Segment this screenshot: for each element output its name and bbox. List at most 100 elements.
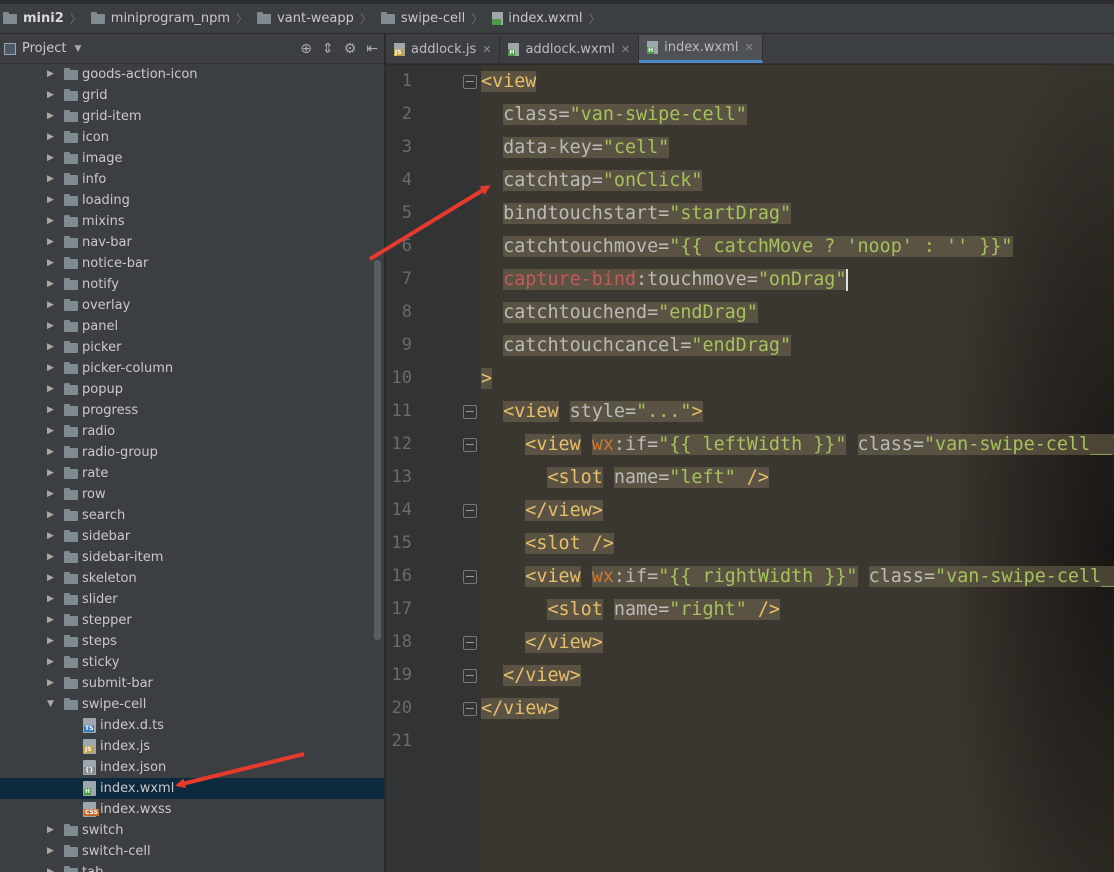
collapsed-arrow-icon[interactable]: ▶ [47, 841, 54, 862]
tree-file-item[interactable]: CSS index.wxss [0, 799, 384, 820]
tree-folder-item[interactable]: ▶ grid [0, 85, 384, 106]
tree-folder-item[interactable]: ▶ tab [0, 862, 384, 872]
tree-folder-item[interactable]: ▶ sidebar [0, 526, 384, 547]
project-view-selector[interactable]: Project ▼ [4, 41, 81, 56]
collapsed-arrow-icon[interactable]: ▶ [47, 820, 54, 841]
collapsed-arrow-icon[interactable]: ▶ [47, 274, 54, 295]
scrollbar-thumb[interactable] [374, 260, 381, 640]
tree-folder-item[interactable]: ▶ panel [0, 316, 384, 337]
collapsed-arrow-icon[interactable]: ▶ [47, 379, 54, 400]
tree-folder-item[interactable]: ▶ progress [0, 400, 384, 421]
tree-folder-item[interactable]: ▶ submit-bar [0, 673, 384, 694]
collapsed-arrow-icon[interactable]: ▶ [47, 862, 54, 872]
fold-marker-icon[interactable] [463, 669, 477, 683]
tree-folder-item[interactable]: ▶ steps [0, 631, 384, 652]
tree-folder-item[interactable]: ▶ grid-item [0, 106, 384, 127]
collapsed-arrow-icon[interactable]: ▶ [47, 463, 54, 484]
breadcrumb-item[interactable]: miniprogram_npm 〉 [88, 4, 254, 33]
close-icon[interactable]: ✕ [621, 43, 630, 56]
collapsed-arrow-icon[interactable]: ▶ [47, 106, 54, 127]
collapsed-arrow-icon[interactable]: ▶ [47, 148, 54, 169]
collapsed-arrow-icon[interactable]: ▶ [47, 337, 54, 358]
collapsed-arrow-icon[interactable]: ▶ [47, 316, 54, 337]
breadcrumb-item[interactable]: index.wxml 〉 [489, 4, 606, 33]
hide-panel-icon[interactable]: ⇤ [366, 41, 378, 57]
tree-folder-item[interactable]: ▶ search [0, 505, 384, 526]
collapsed-arrow-icon[interactable]: ▶ [47, 127, 54, 148]
gear-icon[interactable]: ⚙ [344, 41, 357, 57]
collapsed-arrow-icon[interactable]: ▶ [47, 652, 54, 673]
tree-file-item[interactable]: TS index.d.ts [0, 715, 384, 736]
tree-folder-item[interactable]: ▶ radio-group [0, 442, 384, 463]
collapsed-arrow-icon[interactable]: ▶ [47, 589, 54, 610]
tree-folder-item[interactable]: ▶ sticky [0, 652, 384, 673]
fold-marker-icon[interactable] [463, 504, 477, 518]
collapsed-arrow-icon[interactable]: ▶ [47, 526, 54, 547]
collapsed-arrow-icon[interactable]: ▶ [47, 484, 54, 505]
tree-folder-item[interactable]: ▶ stepper [0, 610, 384, 631]
editor-tab[interactable]: Hindex.wxml ✕ [639, 35, 763, 63]
collapse-all-icon[interactable]: ⇕ [322, 41, 334, 57]
collapsed-arrow-icon[interactable]: ▶ [47, 610, 54, 631]
tree-folder-item[interactable]: ▶ radio [0, 421, 384, 442]
tree-folder-item[interactable]: ▶ notice-bar [0, 253, 384, 274]
close-icon[interactable]: ✕ [482, 43, 491, 56]
editor-tab[interactable]: JS addlock.js ✕ [386, 35, 501, 63]
collapsed-arrow-icon[interactable]: ▶ [47, 169, 54, 190]
fold-marker-icon[interactable] [463, 405, 477, 419]
tree-file-item[interactable]: JS index.js [0, 736, 384, 757]
tree-folder-item[interactable]: ▶ picker-column [0, 358, 384, 379]
breadcrumb-item[interactable]: swipe-cell 〉 [378, 4, 489, 33]
fold-marker-icon[interactable] [463, 75, 477, 89]
editor-tab[interactable]: Haddlock.wxml ✕ [500, 35, 640, 63]
fold-marker-icon[interactable] [463, 570, 477, 584]
tree-folder-item[interactable]: ▶ popup [0, 379, 384, 400]
fold-marker-icon[interactable] [463, 702, 477, 716]
tree-folder-item[interactable]: ▶ info [0, 169, 384, 190]
tree-file-item[interactable]: Hindex.wxml [0, 778, 384, 799]
collapsed-arrow-icon[interactable]: ▶ [47, 505, 54, 526]
close-icon[interactable]: ✕ [744, 41, 753, 54]
tree-folder-item[interactable]: ▶ rate [0, 463, 384, 484]
collapsed-arrow-icon[interactable]: ▶ [47, 190, 54, 211]
project-tree-scrollbar[interactable] [374, 64, 381, 669]
tree-folder-item[interactable]: ▶ notify [0, 274, 384, 295]
collapsed-arrow-icon[interactable]: ▶ [47, 421, 54, 442]
tree-folder-item[interactable]: ▶ slider [0, 589, 384, 610]
tree-folder-item[interactable]: ▶ switch [0, 820, 384, 841]
collapsed-arrow-icon[interactable]: ▶ [47, 211, 54, 232]
collapsed-arrow-icon[interactable]: ▶ [47, 295, 54, 316]
tree-folder-item[interactable]: ▶ overlay [0, 295, 384, 316]
collapsed-arrow-icon[interactable]: ▶ [47, 442, 54, 463]
fold-marker-icon[interactable] [463, 636, 477, 650]
tree-folder-item[interactable]: ▶ icon [0, 127, 384, 148]
collapsed-arrow-icon[interactable]: ▶ [47, 400, 54, 421]
collapsed-arrow-icon[interactable]: ▶ [47, 631, 54, 652]
code-token: = [658, 467, 670, 488]
tree-folder-item[interactable]: ▼ swipe-cell [0, 694, 384, 715]
breadcrumb-item[interactable]: vant-weapp 〉 [254, 4, 378, 33]
tree-folder-item[interactable]: ▶ skeleton [0, 568, 384, 589]
collapsed-arrow-icon[interactable]: ▶ [47, 85, 54, 106]
locate-icon[interactable]: ⊕ [300, 41, 312, 57]
collapsed-arrow-icon[interactable]: ▶ [47, 568, 54, 589]
tree-file-item[interactable]: {} index.json [0, 757, 384, 778]
collapsed-arrow-icon[interactable]: ▶ [47, 253, 54, 274]
fold-marker-icon[interactable] [463, 438, 477, 452]
tree-folder-item[interactable]: ▶ image [0, 148, 384, 169]
tree-folder-item[interactable]: ▶ row [0, 484, 384, 505]
tree-folder-item[interactable]: ▶ nav-bar [0, 232, 384, 253]
tree-folder-item[interactable]: ▶ mixins [0, 211, 384, 232]
collapsed-arrow-icon[interactable]: ▶ [47, 673, 54, 694]
collapsed-arrow-icon[interactable]: ▶ [47, 232, 54, 253]
tree-folder-item[interactable]: ▶ goods-action-icon [0, 64, 384, 85]
tree-folder-item[interactable]: ▶ sidebar-item [0, 547, 384, 568]
collapsed-arrow-icon[interactable]: ▶ [47, 547, 54, 568]
collapsed-arrow-icon[interactable]: ▶ [47, 64, 54, 85]
collapsed-arrow-icon[interactable]: ▶ [47, 358, 54, 379]
breadcrumb-item[interactable]: mini2 〉 [0, 4, 88, 33]
tree-folder-item[interactable]: ▶ loading [0, 190, 384, 211]
tree-folder-item[interactable]: ▶ switch-cell [0, 841, 384, 862]
expanded-arrow-icon[interactable]: ▼ [47, 694, 54, 715]
tree-folder-item[interactable]: ▶ picker [0, 337, 384, 358]
